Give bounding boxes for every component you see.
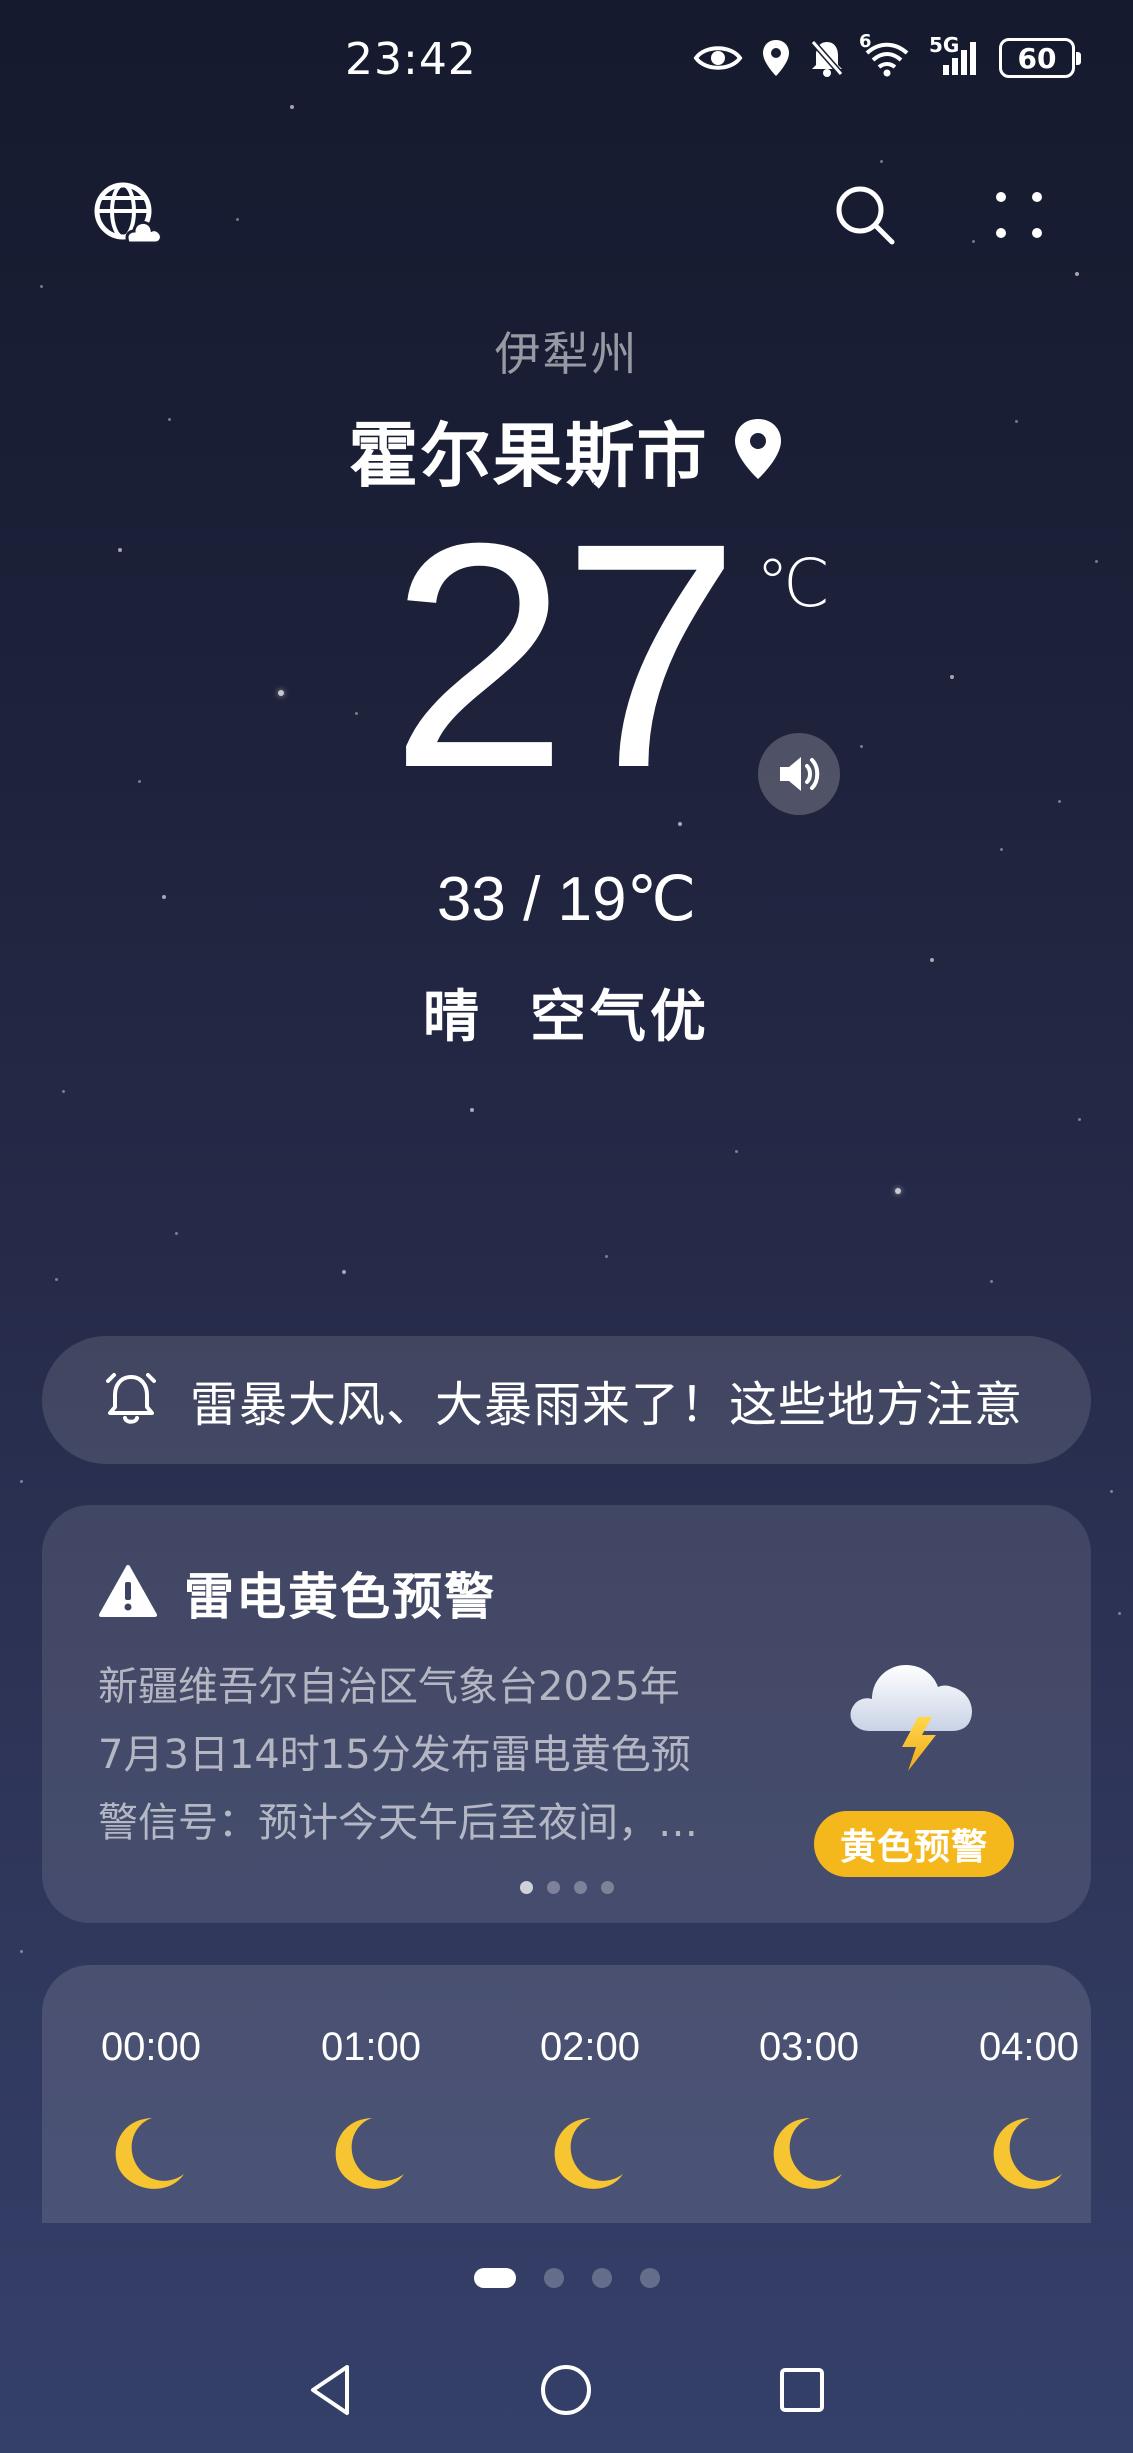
- page-dot[interactable]: [473, 2268, 516, 2288]
- eye-icon: [693, 41, 743, 75]
- moon-icon: [739, 2112, 879, 2194]
- warning-level-badge: 黄色预警: [814, 1811, 1014, 1877]
- page-dot[interactable]: [543, 2268, 564, 2288]
- moon-icon: [81, 2112, 221, 2194]
- hourly-time: 02:00: [539, 2025, 641, 2069]
- pager-dot: [519, 1881, 533, 1894]
- moon-icon: [520, 2112, 660, 2194]
- wifi-label: 6: [859, 31, 872, 52]
- warning-description: 新疆维吾尔自治区气象台2025年 7月3日14时15分发布雷电黄色预 警信号：预…: [98, 1653, 778, 1857]
- warning-line: 新疆维吾尔自治区气象台2025年: [98, 1664, 680, 1710]
- moon-icon: [959, 2112, 1091, 2194]
- news-banner[interactable]: 雷暴大风、大暴雨来了！这些地方注意: [42, 1336, 1091, 1464]
- search-icon[interactable]: [820, 170, 910, 260]
- province-label: 伊犁州: [494, 327, 639, 381]
- page-indicator[interactable]: [0, 2268, 1133, 2288]
- wifi-6-icon: 6: [859, 31, 911, 77]
- moon-icon: [301, 2112, 441, 2194]
- weather-condition: 晴 空气优: [423, 985, 710, 1050]
- battery-indicator: 60: [999, 38, 1081, 78]
- warning-pager: [42, 1881, 1091, 1894]
- temperature-range: 33 / 19℃: [436, 865, 697, 934]
- top-bar: [0, 170, 1133, 260]
- warning-triangle-icon: [98, 1564, 158, 1622]
- warning-header: 雷电黄色预警: [98, 1557, 496, 1629]
- status-icons: 6 5G 60: [693, 31, 1081, 78]
- four-dots-icon[interactable]: [974, 170, 1064, 260]
- location-icon: [761, 38, 791, 78]
- location-pin-icon: [731, 416, 785, 486]
- hourly-item: 02:00: [520, 2025, 660, 2194]
- home-icon[interactable]: [526, 2350, 606, 2430]
- status-time: 23:42: [345, 34, 477, 85]
- recents-icon[interactable]: [762, 2350, 842, 2430]
- weather-warning-card[interactable]: 雷电黄色预警 新疆维吾尔自治区气象台2025年 7月3日14时15分发布雷电黄色…: [42, 1505, 1091, 1923]
- current-temperature-block: 27 ℃: [0, 476, 1133, 835]
- hourly-time: 04:00: [978, 2025, 1080, 2069]
- back-icon[interactable]: [290, 2350, 370, 2430]
- status-bar: 23:42 6 5G 60: [0, 0, 1133, 120]
- pager-dot: [546, 1881, 560, 1894]
- hourly-item: 01:00: [301, 2025, 441, 2194]
- thunderstorm-icon: [840, 1635, 990, 1779]
- hourly-time: 01:00: [320, 2025, 422, 2069]
- speaker-icon: [780, 757, 820, 791]
- hourly-item: 04:00: [959, 2025, 1091, 2194]
- hourly-forecast-card[interactable]: 00:00 01:00 02:00 03:00 04:00: [42, 1965, 1091, 2223]
- hourly-time: 03:00: [758, 2025, 860, 2069]
- navigation-bar: [0, 2350, 1133, 2430]
- globe-cloud-icon[interactable]: [82, 170, 172, 260]
- current-temperature: 27: [390, 476, 740, 834]
- temperature-unit: ℃: [756, 545, 831, 622]
- speaker-button[interactable]: [758, 733, 840, 815]
- hourly-item: 00:00: [81, 2025, 221, 2194]
- 5g-signal-icon: 5G: [929, 33, 981, 77]
- hourly-time: 00:00: [100, 2025, 202, 2069]
- page-dot[interactable]: [591, 2268, 612, 2288]
- pager-dot: [573, 1881, 587, 1894]
- bell-icon: [100, 1367, 162, 1433]
- pager-dot: [600, 1881, 614, 1894]
- warning-line: 7月3日14时15分发布雷电黄色预: [98, 1732, 691, 1778]
- mute-bell-icon: [809, 38, 845, 78]
- news-headline: 雷暴大风、大暴雨来了！这些地方注意: [190, 1377, 1024, 1433]
- page-dot[interactable]: [639, 2268, 660, 2288]
- warning-line: 警信号：预计今天午后至夜间，…: [98, 1800, 698, 1846]
- hourly-item: 03:00: [739, 2025, 879, 2194]
- warning-title: 雷电黄色预警: [184, 1568, 496, 1626]
- network-label: 5G: [929, 33, 960, 57]
